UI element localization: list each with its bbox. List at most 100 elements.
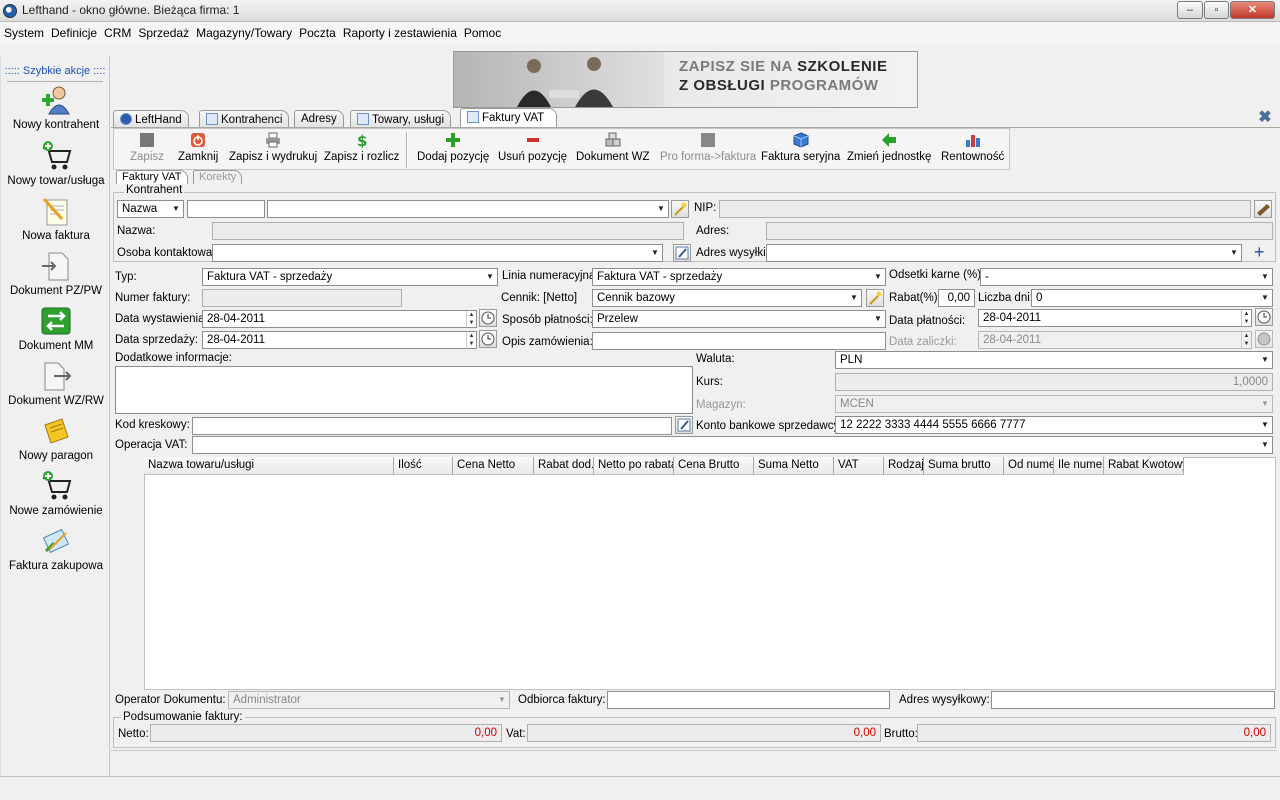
advance-date-calendar-button[interactable] (1255, 330, 1273, 348)
column-header[interactable]: Rabat dod. (534, 457, 594, 475)
numbering-line-select[interactable]: Faktura VAT - sprzedaży ▼ (592, 268, 886, 286)
cube-icon (793, 132, 809, 148)
column-header[interactable]: VAT (834, 457, 884, 475)
sidebar-item-nowy-paragon[interactable]: Nowy paragon (1, 415, 111, 462)
currency-select[interactable]: PLN ▼ (835, 351, 1273, 369)
proforma-to-invoice-button[interactable]: Pro forma->faktura (660, 132, 756, 163)
remove-position-button[interactable]: Usuń pozycję (498, 132, 567, 163)
issue-date-input[interactable]: 28-04-2011 ▲ ▼ (202, 310, 477, 328)
kontrahent-search-button[interactable] (671, 200, 689, 218)
net-total: 0,00 (150, 724, 502, 742)
menu-crm[interactable]: CRM (100, 22, 134, 40)
minimize-button[interactable]: – (1177, 1, 1203, 19)
bank-account-select[interactable]: 12 2222 3333 4444 5555 6666 7777 ▼ (835, 416, 1273, 434)
column-header[interactable]: Netto po rabata (594, 457, 674, 475)
sidebar-item-dokument-pz[interactable]: Dokument PZ/PW (1, 250, 111, 297)
order-description-input[interactable] (592, 332, 886, 350)
serial-invoice-button[interactable]: Faktura seryjna (761, 132, 840, 163)
penalty-interest-select[interactable]: - ▼ (980, 268, 1273, 286)
search-by-select[interactable]: Nazwa ▼ (117, 200, 184, 218)
barcode-edit-button[interactable] (675, 416, 693, 434)
tab-lefthand[interactable]: LeftHand (113, 110, 189, 127)
close-window-button[interactable]: ✕ (1230, 1, 1275, 19)
price-list-select[interactable]: Cennik bazowy ▼ (592, 289, 862, 307)
maximize-button[interactable]: ▫ (1204, 1, 1229, 19)
sidebar-item-dokument-mm[interactable]: Dokument MM (1, 305, 111, 352)
sidebar-item-nowy-kontrahent[interactable]: Nowy kontrahent (1, 84, 111, 131)
sidebar-item-nowy-towar[interactable]: Nowy towar/usługa (1, 140, 111, 187)
save-print-button[interactable]: Zapisz i wydrukuj (229, 132, 317, 163)
positions-grid[interactable] (144, 457, 1276, 690)
payment-date-calendar-button[interactable] (1255, 308, 1273, 326)
sidebar-item-faktura-zakupowa[interactable]: Faktura zakupowa (1, 525, 111, 572)
menu-pomoc[interactable]: Pomoc (460, 22, 504, 40)
book-icon (1257, 204, 1270, 216)
column-header[interactable]: Rodzaj (884, 457, 924, 475)
menu-poczta[interactable]: Poczta (295, 22, 339, 40)
close-button[interactable]: Zamknij (178, 132, 218, 163)
tab-towary[interactable]: Towary, usługi (350, 110, 452, 127)
profitability-button[interactable]: Rentowność (941, 132, 1004, 163)
column-header[interactable]: Suma Netto (754, 457, 834, 475)
price-list-label: Cennik: [Netto] (501, 292, 578, 304)
sidebar-item-nowe-zamowienie[interactable]: Nowe zamówienie (1, 470, 111, 517)
type-select[interactable]: Faktura VAT - sprzedaży ▼ (202, 268, 498, 286)
subtab-korekty[interactable]: Korekty (193, 170, 243, 184)
save-settle-button[interactable]: $ Zapisz i rozlicz (324, 132, 399, 163)
wz-document-button[interactable]: Dokument WZ (576, 132, 650, 163)
kontrahent-code-input[interactable] (187, 200, 265, 218)
change-unit-button[interactable]: Zmień jednostkę (847, 132, 931, 163)
wand-icon (869, 291, 882, 305)
column-header[interactable]: Ilość (394, 457, 453, 475)
add-position-button[interactable]: Dodaj pozycję (417, 132, 489, 163)
bar-chart-icon (965, 132, 981, 148)
purchase-invoice-icon (40, 525, 72, 557)
vat-operation-select[interactable]: ▼ (192, 436, 1273, 454)
menu-raporty[interactable]: Raporty i zestawienia (339, 22, 460, 40)
add-address-button[interactable]: + (1254, 242, 1265, 263)
sale-date-calendar-button[interactable] (479, 330, 497, 348)
toolbar-separator (406, 132, 408, 168)
price-list-button[interactable] (866, 289, 884, 307)
tab-kontrahenci[interactable]: Kontrahenci (199, 110, 290, 127)
column-header[interactable]: Od nume (1004, 457, 1054, 475)
payment-method-select[interactable]: Przelew ▼ (592, 310, 886, 328)
menu-definicje[interactable]: Definicje (47, 22, 100, 40)
tab-faktury-vat[interactable]: Faktury VAT (460, 108, 557, 127)
issue-date-calendar-button[interactable] (479, 309, 497, 327)
training-banner[interactable]: ZAPISZ SIE NA SZKOLENIE Z OBSŁUGI PROGRA… (453, 51, 918, 108)
shipping-address-input[interactable] (991, 691, 1275, 709)
barcode-input[interactable] (192, 417, 672, 435)
kontrahent-search-combo[interactable]: ▼ (267, 200, 669, 218)
sidebar-item-dokument-wz[interactable]: Dokument WZ/RW (1, 360, 111, 407)
sidebar-item-nowa-faktura[interactable]: Nowa faktura (1, 195, 111, 242)
ship-address-select[interactable]: ▼ (766, 244, 1242, 262)
invoice-number-label: Numer faktury: (115, 292, 191, 304)
document-icon (357, 113, 369, 125)
menu-sprzedaz[interactable]: Sprzedaż (134, 22, 192, 40)
column-header[interactable]: Rabat Kwotowy (1104, 457, 1184, 475)
tab-adresy[interactable]: Adresy (294, 110, 344, 127)
discount-label: Rabat(%): (889, 292, 941, 304)
column-header[interactable]: Suma brutto (924, 457, 1004, 475)
column-header[interactable]: Cena Brutto (674, 457, 754, 475)
column-header[interactable]: Nazwa towaru/usługi (144, 457, 394, 475)
menu-magazyny[interactable]: Magazyny/Towary (192, 22, 295, 40)
sale-date-input[interactable]: 28-04-2011 ▲ ▼ (202, 331, 477, 349)
subtab-faktury-vat[interactable]: Faktury VAT (116, 170, 188, 184)
close-tab-icon[interactable]: ✖ (1257, 110, 1273, 126)
additional-info-textarea[interactable] (115, 366, 693, 414)
discount-input[interactable]: 0,00 (938, 289, 975, 307)
app-icon (3, 4, 17, 18)
contact-select[interactable]: ▼ (212, 244, 663, 262)
invoice-recipient-input[interactable] (607, 691, 890, 709)
payment-date-input[interactable]: 28-04-2011 ▲ ▼ (978, 309, 1252, 327)
menu-system[interactable]: System (0, 22, 47, 40)
edit-contact-button[interactable] (673, 244, 691, 262)
column-header[interactable]: Cena Netto (453, 457, 534, 475)
rate-field: 1,0000 (835, 373, 1273, 391)
save-button[interactable]: Zapisz (130, 132, 164, 163)
days-select[interactable]: 0 ▼ (1031, 289, 1273, 307)
column-header[interactable]: Ile numer (1054, 457, 1104, 475)
nip-lookup-button[interactable] (1254, 200, 1272, 218)
